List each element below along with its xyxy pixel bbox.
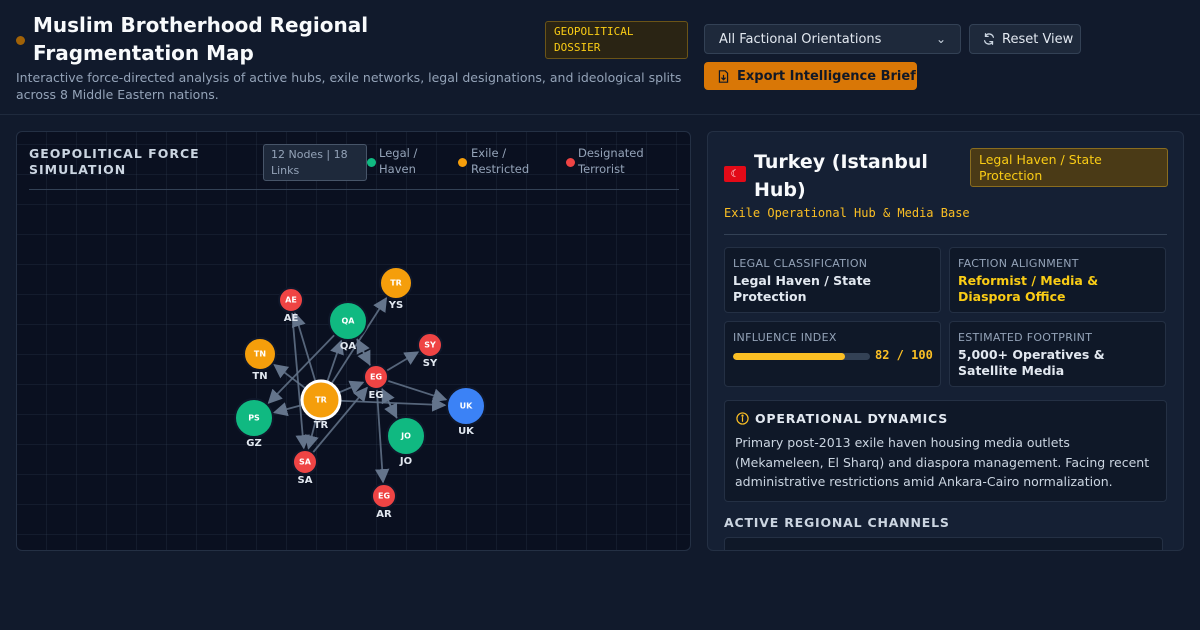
graph-node-ys[interactable]: TR YS [379,266,413,311]
graph-node-ar[interactable]: EG AR [371,483,397,520]
graph-node-qa[interactable]: QA QA [328,301,368,352]
active-channels-title: ACTIVE REGIONAL CHANNELS [724,515,950,530]
faction-filter-value: All Factional Orientations [719,31,882,47]
export-brief-label: Export Intelligence Brief [737,68,916,84]
graph-node-jo[interactable]: JO JO [386,416,426,467]
influence-bar-track [733,353,870,360]
operational-dynamics-text: Primary post-2013 exile haven housing me… [735,435,1150,489]
file-export-icon [718,69,729,83]
flag-icon: PS [248,414,260,423]
export-brief-button[interactable]: Export Intelligence Brief [704,62,917,90]
flag-icon: TN [254,350,266,359]
legal-classification-value: Legal Haven / State Protection [733,273,872,304]
graph-node-label: QA [340,341,357,352]
graph-node-label: SA [298,475,313,486]
page-subtitle: Interactive force-directed analysis of a… [16,70,682,102]
faction-alignment-label: FACTION ALIGNMENT [958,257,1079,270]
force-graph[interactable]: AEAETRYSQAQA SYSYTNTN EGEGPSGZTRTRUKUKJOJO… [17,132,691,551]
influence-bar-fill [733,353,846,360]
graph-node-gz[interactable]: PS GZ [234,398,274,449]
operational-dynamics-box: OPERATIONAL DYNAMICS Primary post-2013 e… [724,400,1167,502]
graph-node-sy[interactable]: SY SY [417,332,443,369]
force-simulation-panel[interactable]: GEOPOLITICAL FORCE SIMULATION 12 Nodes |… [16,131,691,551]
chevron-down-icon: ⌄ [935,32,946,46]
graph-node-ae[interactable]: AE AE [278,287,304,324]
graph-node-label: GZ [246,438,261,449]
influence-index-card: INFLUENCE INDEX 82 / 100 [724,321,941,387]
page-title: Muslim Brotherhood Regional Fragmentatio… [33,13,369,65]
legal-status-badge: Legal Haven / State Protection [970,148,1168,187]
flag-icon: UK [460,402,473,411]
estimated-footprint-label: ESTIMATED FOOTPRINT [958,331,1093,344]
graph-node-tn[interactable]: TN TN [243,337,277,382]
header-bar: Muslim Brotherhood Regional Fragmentatio… [0,0,1200,115]
reset-view-button[interactable]: Reset View [969,24,1081,54]
operational-dynamics-title: OPERATIONAL DYNAMICS [755,411,949,426]
active-channels-list[interactable] [724,537,1163,550]
flag-icon: AE [285,296,297,305]
entity-role: Exile Operational Hub & Media Base [724,206,970,220]
flag-icon: QA [342,317,356,326]
graph-node-sa[interactable]: SA SA [292,449,318,486]
graph-node-label: AR [376,509,392,520]
dossier-divider [724,234,1167,235]
influence-index-value: 82 / 100 [875,348,933,362]
graph-node-uk[interactable]: UK UK [446,386,486,437]
graph-node-label: TR [314,420,329,431]
dossier-badge: GEOPOLITICAL DOSSIER [545,21,688,59]
flag-icon: TR [315,396,327,405]
flag-icon: SY [424,341,436,350]
faction-alignment-value: Reformist / Media & Diaspora Office [958,273,1099,304]
graph-node-label: SY [423,358,438,369]
graph-node-label: EG [368,390,383,401]
graph-node-label: AE [284,313,299,324]
faction-filter-select[interactable]: All Factional Orientations ⌄ [704,24,961,54]
estimated-footprint-value: 5,000+ Operatives & Satellite Media [958,347,1105,378]
graph-node-label: JO [399,456,412,467]
dossier-panel: ☾ Turkey (Istanbul Hub) Legal Haven / St… [707,131,1184,551]
flag-icon: EG [378,492,390,501]
flag-icon: SA [299,458,312,467]
graph-node-tr[interactable]: TR TR [300,379,342,431]
legal-classification-label: LEGAL CLASSIFICATION [733,257,868,270]
refresh-icon [983,33,995,45]
flag-icon: TR [390,279,402,288]
estimated-footprint-card: ESTIMATED FOOTPRINT 5,000+ Operatives & … [949,321,1166,387]
graph-node-eg[interactable]: EG EG [363,364,389,401]
graph-node-label: TN [252,371,267,382]
flag-icon: EG [370,373,382,382]
turkey-flag-icon: ☾ [724,166,746,182]
status-dot [16,36,25,45]
influence-index-label: INFLUENCE INDEX [733,331,837,344]
info-icon [736,412,749,425]
faction-alignment-card: FACTION ALIGNMENT Reformist / Media & Di… [949,247,1166,313]
graph-node-label: UK [458,426,475,437]
reset-view-label: Reset View [1002,31,1074,47]
entity-name: Turkey (Istanbul Hub) [754,151,928,201]
flag-icon: JO [400,432,411,441]
legal-classification-card: LEGAL CLASSIFICATION Legal Haven / State… [724,247,941,313]
graph-node-label: YS [388,300,403,311]
